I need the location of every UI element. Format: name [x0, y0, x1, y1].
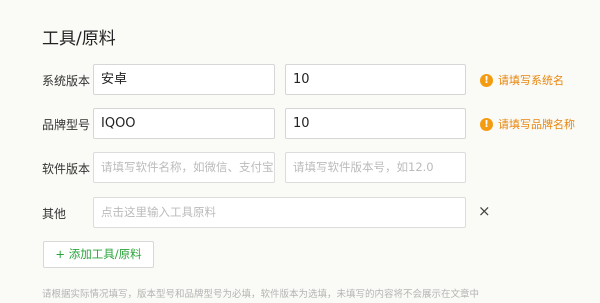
software-name-input[interactable]: 请填写软件名称，如微信、支付宝	[93, 152, 275, 183]
row-software-version: 软件版本 请填写软件名称，如微信、支付宝 请填写软件版本号，如12.0	[0, 152, 600, 184]
row-system-version: 系统版本 安卓 10 ! 请填写系统名	[0, 64, 600, 96]
row-label-software-version: 软件版本	[42, 162, 91, 176]
brand-warning: ! 请填写品牌名称	[480, 116, 575, 132]
footnote: 请根据实际情况填写，版本型号和品牌型号为必填，软件版本为选填，未填写的内容将不会…	[42, 289, 480, 300]
row-label-system-version: 系统版本	[42, 74, 91, 88]
brand-model-input[interactable]: 10	[285, 108, 466, 139]
exclamation-circle-icon: !	[480, 73, 493, 87]
close-icon[interactable]: ×	[478, 202, 491, 220]
row-label-brand-model: 品牌型号	[42, 118, 91, 132]
other-tools-input[interactable]: 点击这里输入工具原料	[93, 197, 466, 228]
brand-name-input[interactable]: IQOO	[93, 108, 275, 139]
brand-warning-text: 请填写品牌名称	[498, 118, 575, 131]
exclamation-circle-icon: !	[480, 117, 493, 131]
system-name-input[interactable]: 安卓	[93, 64, 275, 95]
section-title: 工具/原料	[42, 29, 116, 49]
row-other: 其他 点击这里输入工具原料 ×	[0, 197, 600, 229]
software-version-input[interactable]: 请填写软件版本号，如12.0	[285, 152, 466, 183]
system-warning: ! 请填写系统名	[480, 72, 564, 88]
row-brand-model: 品牌型号 IQOO 10 ! 请填写品牌名称	[0, 108, 600, 140]
system-version-input[interactable]: 10	[285, 64, 466, 95]
system-warning-text: 请填写系统名	[498, 74, 564, 87]
add-tool-button[interactable]: + 添加工具/原料	[43, 241, 154, 268]
row-label-other: 其他	[42, 207, 67, 221]
